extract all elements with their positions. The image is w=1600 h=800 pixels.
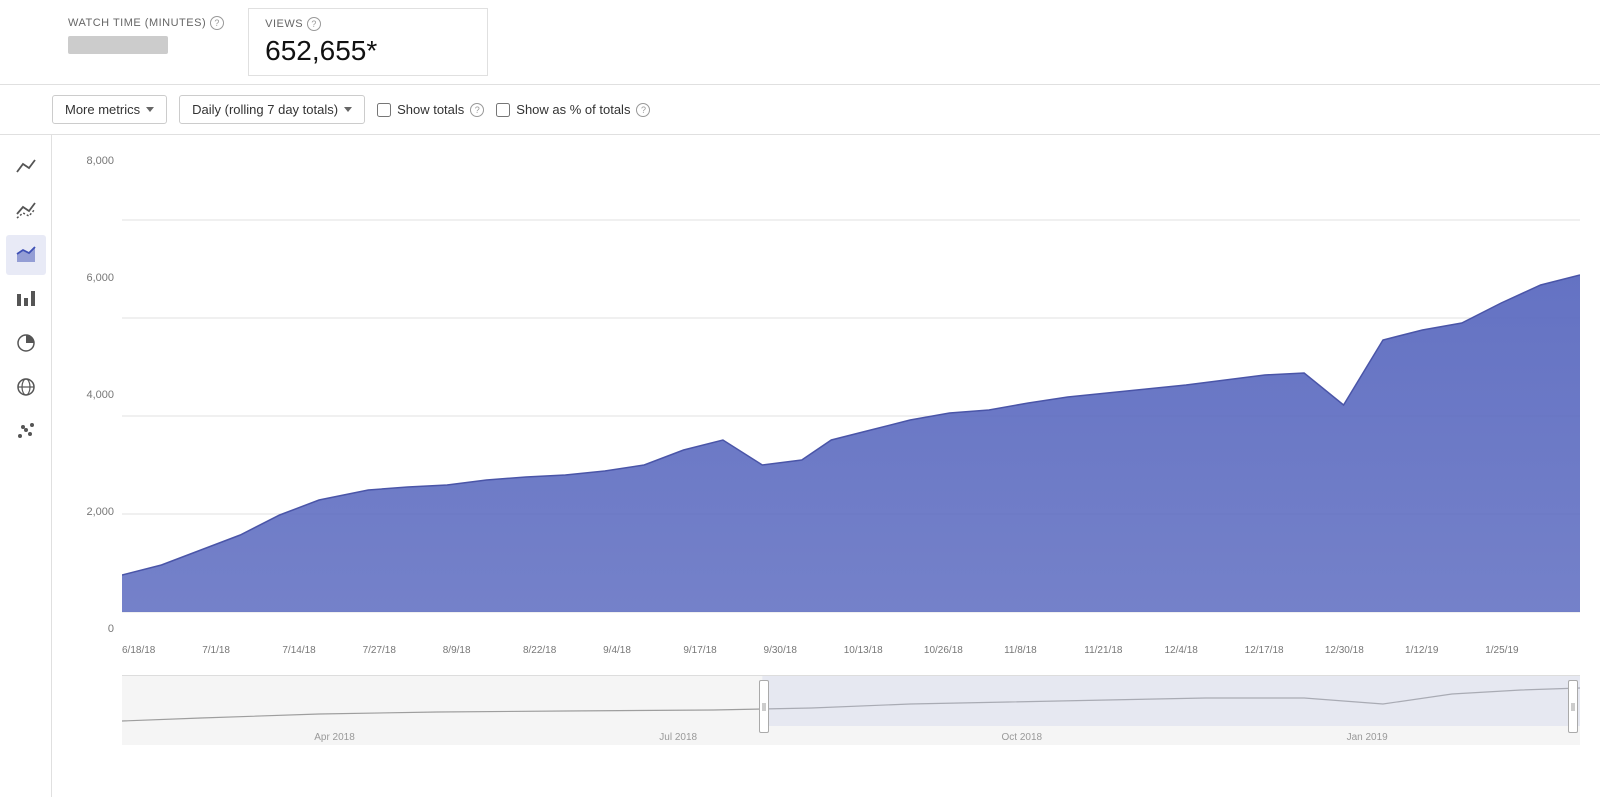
multi-line-chart-icon <box>15 200 37 222</box>
handle-grip-right-icon <box>1570 701 1576 713</box>
x-label-13: 11/21/18 <box>1084 645 1122 656</box>
range-handle-left[interactable] <box>759 680 769 733</box>
chart-container: 8,000 6,000 4,000 2,000 0 <box>52 135 1600 797</box>
sidebar-item-area[interactable] <box>6 235 46 275</box>
bar-chart-icon <box>15 288 37 310</box>
scatter-chart-icon <box>15 420 37 442</box>
x-label-7: 9/4/18 <box>603 645 631 656</box>
sidebar-item-globe[interactable] <box>6 367 46 407</box>
x-label-18: 1/25/19 <box>1485 645 1518 656</box>
top-metrics: WATCH TIME (MINUTES) ? VIEWS ? 652,655* <box>0 0 1600 85</box>
main-area: 8,000 6,000 4,000 2,000 0 <box>0 135 1600 797</box>
mini-label-jul: Jul 2018 <box>659 732 697 743</box>
y-label-6000: 6,000 <box>86 272 114 284</box>
more-metrics-button[interactable]: More metrics <box>52 95 167 124</box>
show-totals-info-icon[interactable]: ? <box>470 103 484 117</box>
mini-label-jan: Jan 2019 <box>1347 732 1388 743</box>
y-label-2000: 2,000 <box>86 506 114 518</box>
sidebar <box>0 135 52 797</box>
x-label-15: 12/17/18 <box>1245 645 1284 656</box>
x-label-6: 8/22/18 <box>523 645 556 656</box>
sidebar-item-pie[interactable] <box>6 323 46 363</box>
x-label-4: 7/27/18 <box>363 645 396 656</box>
handle-grip-icon <box>761 701 767 713</box>
pie-chart-icon <box>15 332 37 354</box>
x-label-11: 10/26/18 <box>924 645 963 656</box>
y-label-4000: 4,000 <box>86 389 114 401</box>
toolbar: More metrics Daily (rolling 7 day totals… <box>0 85 1600 135</box>
views-card: VIEWS ? 652,655* <box>248 8 488 76</box>
watch-time-title: WATCH TIME (MINUTES) ? <box>68 16 224 30</box>
views-info-icon[interactable]: ? <box>307 17 321 31</box>
mini-chart-labels: Apr 2018 Jul 2018 Oct 2018 Jan 2019 <box>122 732 1580 743</box>
period-selector-button[interactable]: Daily (rolling 7 day totals) <box>179 95 365 124</box>
show-as-pct-checkbox[interactable] <box>496 103 510 117</box>
y-label-8000: 8,000 <box>86 155 114 167</box>
y-label-0: 0 <box>108 623 114 635</box>
area-fill <box>122 275 1580 612</box>
sidebar-item-scatter[interactable] <box>6 411 46 451</box>
chart-plot: 6/18/18 7/1/18 7/14/18 7/27/18 8/9/18 8/… <box>122 155 1580 675</box>
show-totals-label[interactable]: Show totals ? <box>377 102 484 117</box>
chart-area: 8,000 6,000 4,000 2,000 0 <box>62 155 1580 675</box>
x-label-3: 7/14/18 <box>282 645 315 656</box>
watch-time-value-placeholder <box>68 36 168 54</box>
x-label-5: 8/9/18 <box>443 645 471 656</box>
show-totals-checkbox[interactable] <box>377 103 391 117</box>
period-chevron-icon <box>344 107 352 112</box>
x-label-16: 12/30/18 <box>1325 645 1364 656</box>
views-value: 652,655* <box>265 35 471 67</box>
range-selector[interactable]: Apr 2018 Jul 2018 Oct 2018 Jan 2019 <box>122 675 1580 745</box>
x-label-8: 9/17/18 <box>683 645 716 656</box>
views-title: VIEWS ? <box>265 17 471 31</box>
show-as-pct-label[interactable]: Show as % of totals ? <box>496 102 650 117</box>
mini-chart-svg <box>122 676 1580 726</box>
x-label-17: 1/12/19 <box>1405 645 1438 656</box>
line-chart-icon <box>15 156 37 178</box>
show-as-pct-info-icon[interactable]: ? <box>636 103 650 117</box>
sidebar-item-multiline[interactable] <box>6 191 46 231</box>
mini-label-apr: Apr 2018 <box>314 732 355 743</box>
x-label-2: 7/1/18 <box>202 645 230 656</box>
sidebar-item-bar[interactable] <box>6 279 46 319</box>
x-label-1: 6/18/18 <box>122 645 155 656</box>
watch-time-info-icon[interactable]: ? <box>210 16 224 30</box>
y-axis: 8,000 6,000 4,000 2,000 0 <box>62 155 122 635</box>
x-label-12: 11/8/18 <box>1004 645 1037 656</box>
watch-time-card: WATCH TIME (MINUTES) ? <box>52 8 240 76</box>
area-chart-icon <box>15 244 37 266</box>
x-label-9: 9/30/18 <box>764 645 797 656</box>
area-chart-svg <box>122 155 1580 675</box>
range-handle-right[interactable] <box>1568 680 1578 733</box>
x-label-10: 10/13/18 <box>844 645 883 656</box>
sidebar-item-line[interactable] <box>6 147 46 187</box>
x-label-14: 12/4/18 <box>1164 645 1197 656</box>
mini-label-oct: Oct 2018 <box>1002 732 1043 743</box>
globe-icon <box>15 376 37 398</box>
more-metrics-chevron-icon <box>146 107 154 112</box>
x-axis: 6/18/18 7/1/18 7/14/18 7/27/18 8/9/18 8/… <box>122 639 1580 675</box>
